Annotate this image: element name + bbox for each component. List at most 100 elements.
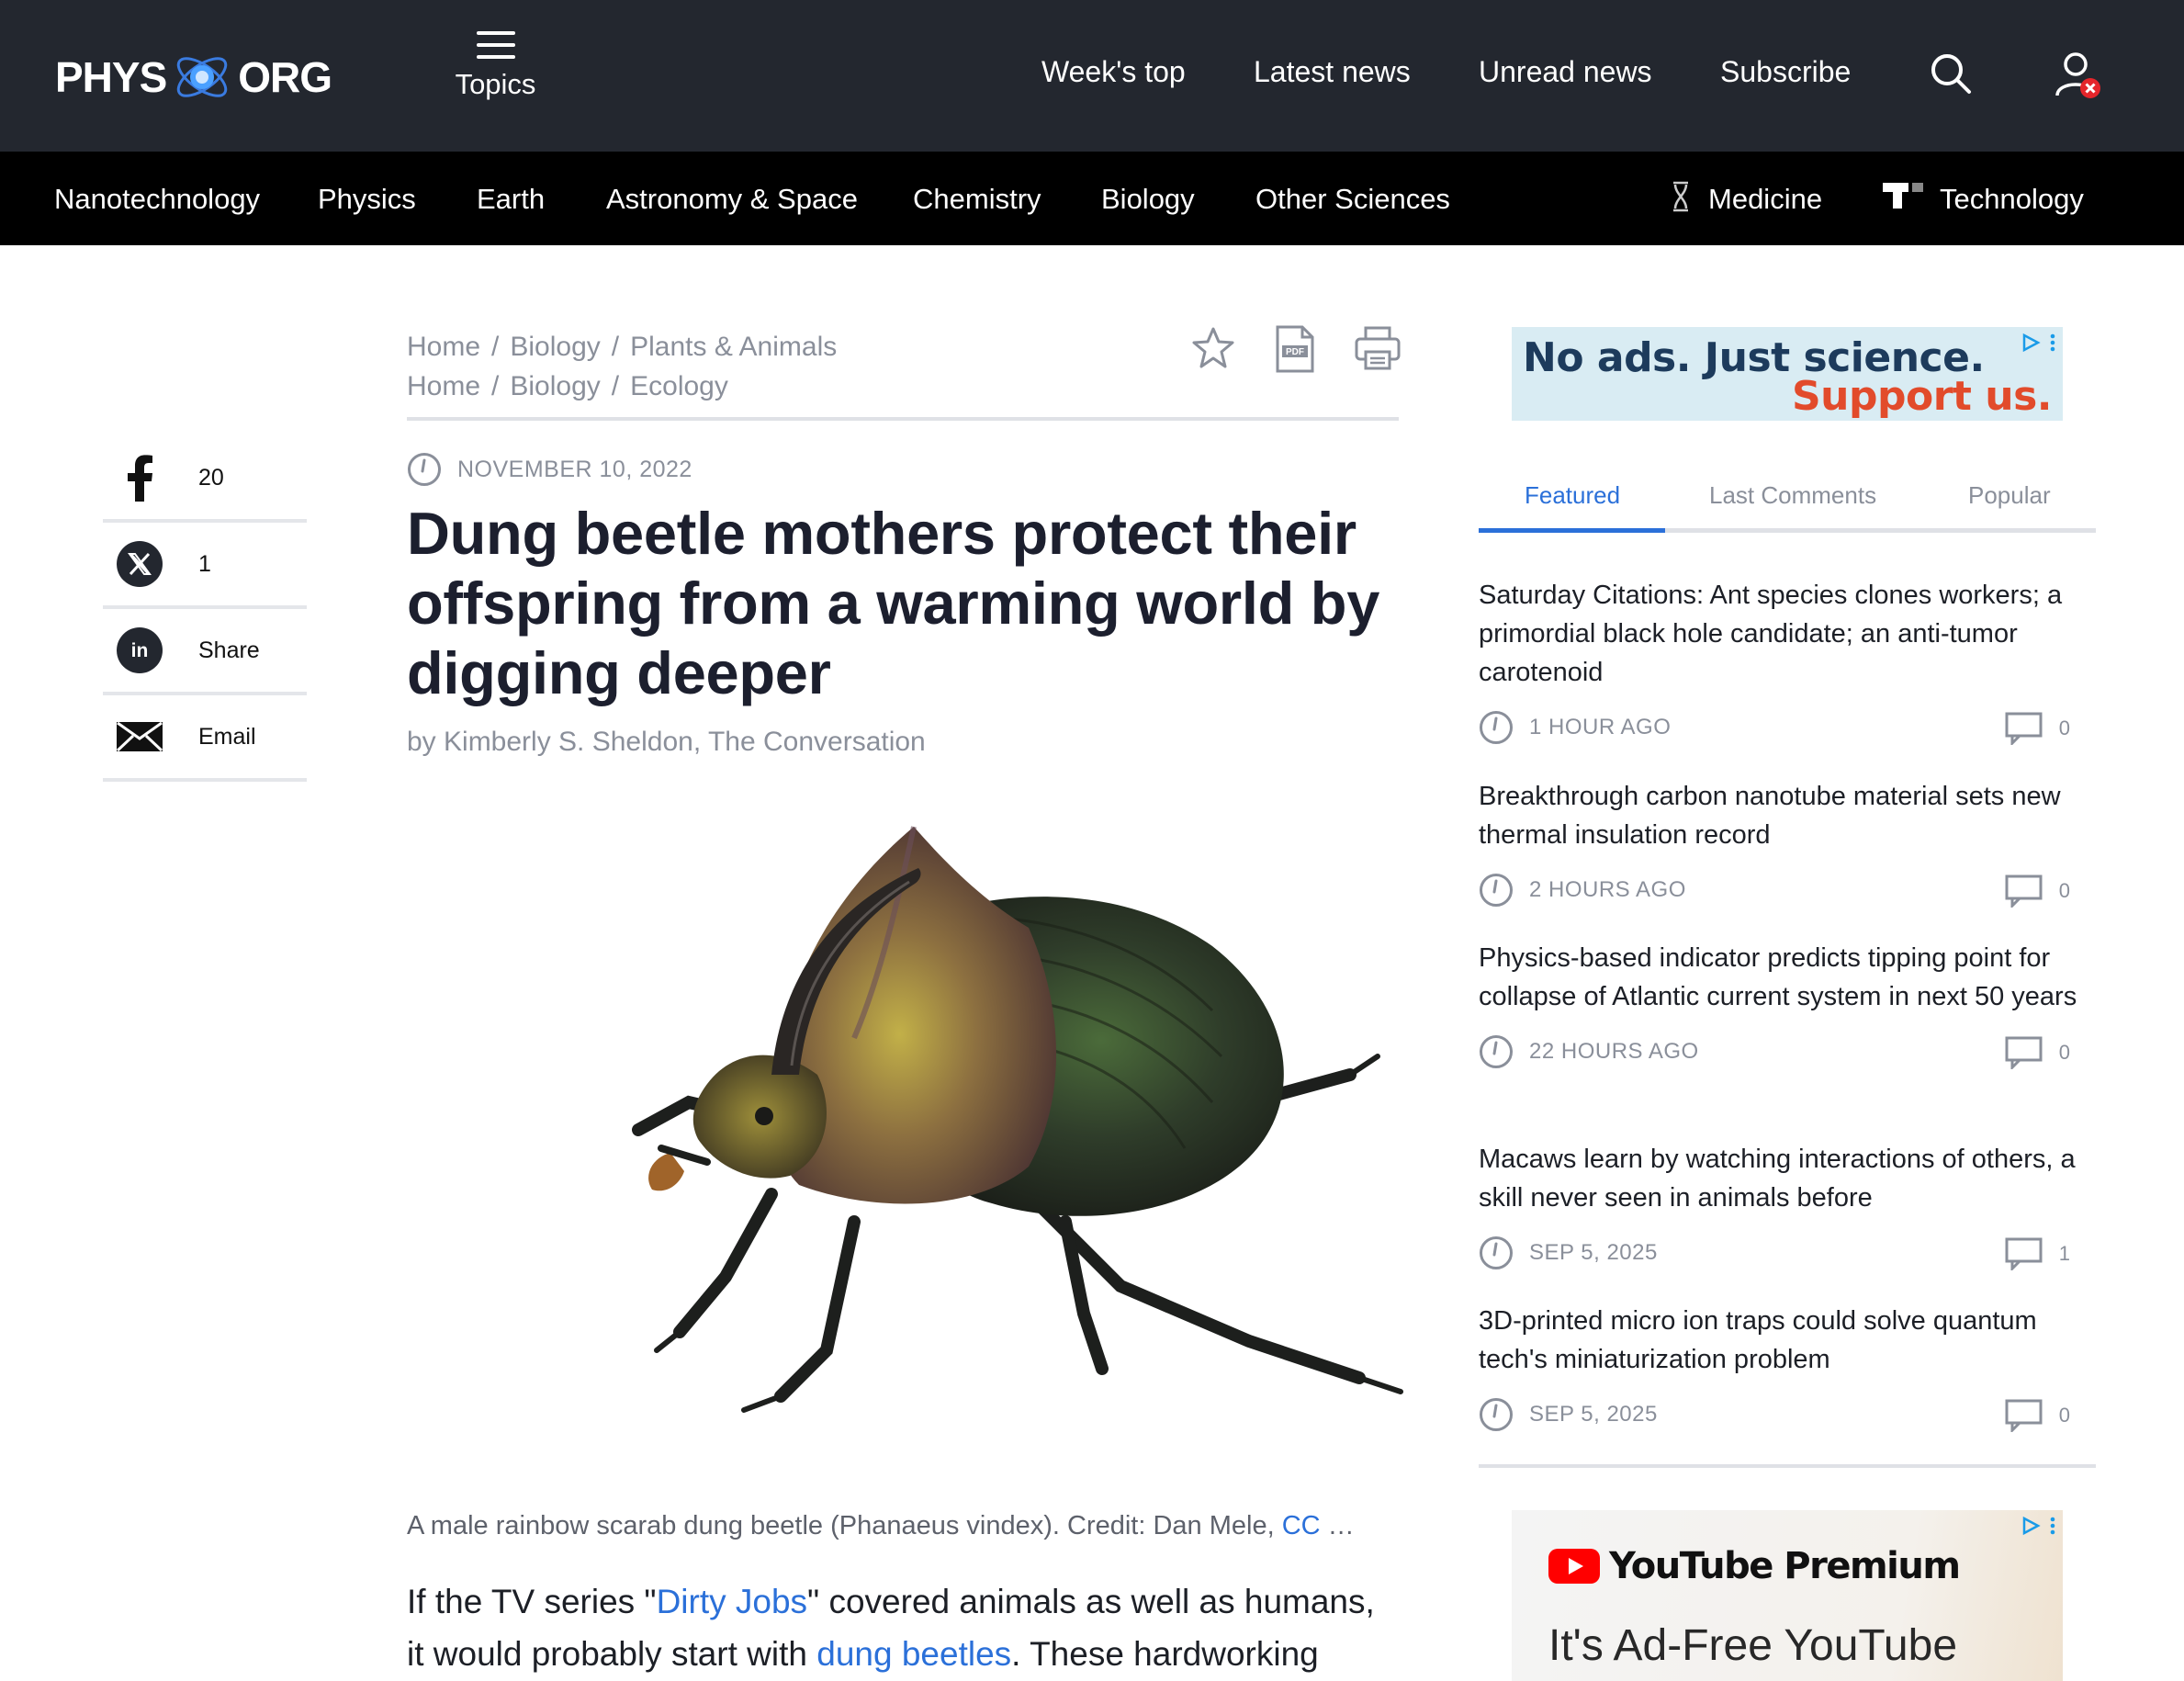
article-body: If the TV series "Dirty Jobs" covered an… bbox=[407, 1575, 1399, 1680]
comment-icon bbox=[2005, 874, 2043, 908]
comment-count[interactable]: 0 bbox=[2005, 1036, 2070, 1069]
link-dirty-jobs[interactable]: Dirty Jobs bbox=[657, 1583, 807, 1620]
news-item[interactable]: 3D-printed micro ion traps could solve q… bbox=[1479, 1302, 2096, 1434]
nav-subscribe[interactable]: Subscribe bbox=[1720, 55, 1851, 89]
link-dung-beetles[interactable]: dung beetles bbox=[816, 1635, 1011, 1673]
comment-count[interactable]: 0 bbox=[2005, 712, 2070, 745]
topics-menu-button[interactable]: Topics bbox=[452, 31, 539, 101]
share-x[interactable]: 1 bbox=[103, 523, 307, 609]
cat-medicine[interactable]: Medicine bbox=[1708, 183, 1822, 216]
youtube-play-icon bbox=[1548, 1549, 1600, 1584]
support-ad-banner[interactable]: No ads. Just science. Support us. bbox=[1512, 327, 2063, 421]
share-linkedin[interactable]: in Share bbox=[103, 609, 307, 695]
breadcrumb-row: Home / Biology / Plants & Animals bbox=[407, 332, 838, 362]
print-icon[interactable] bbox=[1354, 325, 1402, 376]
comment-icon bbox=[2005, 712, 2043, 745]
news-item[interactable]: Breakthrough carbon nanotube material se… bbox=[1479, 777, 2096, 909]
article-date: NOVEMBER 10, 2022 bbox=[407, 452, 692, 487]
clock-icon bbox=[1480, 1035, 1513, 1068]
news-title[interactable]: Breakthrough carbon nanotube material se… bbox=[1479, 777, 2096, 854]
category-nav: Nanotechnology Physics Earth Astronomy &… bbox=[0, 152, 2184, 245]
nav-unread-news[interactable]: Unread news bbox=[1479, 55, 1652, 89]
youtube-premium-logo: YouTube Premium bbox=[1548, 1545, 1961, 1587]
logo-text-left: PHYS bbox=[55, 53, 167, 101]
crumb-plants-animals[interactable]: Plants & Animals bbox=[630, 332, 837, 362]
body-text: If the TV series " bbox=[407, 1583, 657, 1620]
svg-text:PDF: PDF bbox=[1286, 347, 1304, 357]
share-panel: 20 1 in Share Email bbox=[103, 436, 307, 782]
phys-org-logo[interactable]: PHYS ORG bbox=[55, 40, 332, 114]
breadcrumb-row: Home / Biology / Ecology bbox=[407, 371, 728, 401]
cat-physics[interactable]: Physics bbox=[318, 183, 416, 216]
pdf-icon[interactable]: PDF bbox=[1275, 325, 1315, 378]
breadcrumb: Home / Biology / Plants & Animals Home / Biolo… bbox=[407, 327, 837, 406]
ad-cta: Support us. bbox=[1791, 373, 2053, 420]
adchoices-icon[interactable] bbox=[2021, 1516, 2055, 1536]
cat-astronomy-space[interactable]: Astronomy & Space bbox=[606, 183, 858, 216]
news-title[interactable]: Saturday Citations: Ant species clones w… bbox=[1479, 576, 2096, 692]
share-facebook[interactable]: 20 bbox=[103, 436, 307, 523]
news-title[interactable]: Macaws learn by watching interactions of… bbox=[1479, 1140, 2096, 1217]
comment-count-text: 0 bbox=[2058, 1404, 2070, 1427]
logo-text-right: ORG bbox=[238, 53, 332, 101]
news-time: 22 HOURS AGO bbox=[1529, 1039, 1699, 1064]
news-time: SEP 5, 2025 bbox=[1529, 1402, 1658, 1427]
x-count: 1 bbox=[198, 550, 211, 577]
news-item[interactable]: Saturday Citations: Ant species clones w… bbox=[1479, 576, 2096, 747]
share-email[interactable]: Email bbox=[103, 695, 307, 782]
news-item[interactable]: Macaws learn by watching interactions of… bbox=[1479, 1140, 2096, 1272]
comment-count-text: 0 bbox=[2058, 879, 2070, 902]
bookmark-star-icon[interactable] bbox=[1190, 325, 1236, 376]
comment-count[interactable]: 0 bbox=[2005, 874, 2070, 908]
tab-featured[interactable]: Featured bbox=[1525, 481, 1620, 510]
cat-other-sciences[interactable]: Other Sciences bbox=[1255, 183, 1450, 216]
adchoices-icon[interactable] bbox=[2021, 333, 2055, 353]
facebook-count: 20 bbox=[198, 464, 224, 491]
cat-earth[interactable]: Earth bbox=[477, 183, 545, 216]
cat-nanotechnology[interactable]: Nanotechnology bbox=[54, 183, 260, 216]
comment-count[interactable]: 1 bbox=[2005, 1237, 2070, 1270]
nav-latest-news[interactable]: Latest news bbox=[1254, 55, 1411, 89]
clock-icon bbox=[1480, 1236, 1513, 1269]
clock-icon bbox=[1480, 874, 1513, 907]
crumb-home[interactable]: Home bbox=[407, 332, 480, 362]
comment-icon bbox=[2005, 1036, 2043, 1069]
cat-chemistry[interactable]: Chemistry bbox=[913, 183, 1041, 216]
hamburger-icon bbox=[476, 31, 515, 59]
x-twitter-icon bbox=[117, 541, 163, 587]
news-time: SEP 5, 2025 bbox=[1529, 1240, 1658, 1265]
tab-last-comments[interactable]: Last Comments bbox=[1709, 481, 1876, 510]
article-byline: by Kimberly S. Sheldon, The Conversation bbox=[407, 727, 926, 757]
news-title[interactable]: Physics-based indicator predicts tipping… bbox=[1479, 939, 2096, 1016]
crumb-biology[interactable]: Biology bbox=[510, 371, 600, 401]
search-icon[interactable] bbox=[1929, 51, 1973, 100]
ad-tagline: It's Ad-Free YouTube bbox=[1548, 1621, 1958, 1670]
cat-biology[interactable]: Biology bbox=[1101, 183, 1195, 216]
news-time: 1 HOUR AGO bbox=[1529, 715, 1672, 739]
dna-icon bbox=[1670, 181, 1692, 217]
user-account-icon[interactable] bbox=[2054, 50, 2109, 106]
crumb-biology[interactable]: Biology bbox=[510, 332, 600, 362]
youtube-premium-ad[interactable]: YouTube Premium It's Ad-Free YouTube bbox=[1512, 1510, 2063, 1681]
nav-weeks-top[interactable]: Week's top bbox=[1041, 55, 1186, 89]
caption-license-link[interactable]: CC bbox=[1282, 1511, 1321, 1540]
image-caption: A male rainbow scarab dung beetle (Phana… bbox=[407, 1511, 1390, 1541]
caption-more[interactable]: … bbox=[1321, 1511, 1355, 1540]
email-label: Email bbox=[198, 723, 256, 750]
divider bbox=[1479, 1464, 2096, 1468]
site-header: PHYS ORG Topics Week's top Latest news U… bbox=[0, 0, 2184, 152]
comment-count-text: 1 bbox=[2058, 1242, 2070, 1265]
atom-icon bbox=[177, 57, 228, 97]
news-time: 2 HOURS AGO bbox=[1529, 877, 1686, 902]
tab-popular[interactable]: Popular bbox=[1968, 481, 2051, 510]
beetle-image[interactable] bbox=[551, 799, 1405, 1442]
divider bbox=[407, 417, 1399, 421]
svg-text:in: in bbox=[131, 640, 149, 661]
news-title[interactable]: 3D-printed micro ion traps could solve q… bbox=[1479, 1302, 2096, 1379]
comment-count[interactable]: 0 bbox=[2005, 1399, 2070, 1432]
comment-icon bbox=[2005, 1399, 2043, 1432]
cat-technology[interactable]: Technology bbox=[1940, 183, 2084, 216]
news-item[interactable]: Physics-based indicator predicts tipping… bbox=[1479, 939, 2096, 1071]
crumb-ecology[interactable]: Ecology bbox=[630, 371, 728, 401]
crumb-home[interactable]: Home bbox=[407, 371, 480, 401]
